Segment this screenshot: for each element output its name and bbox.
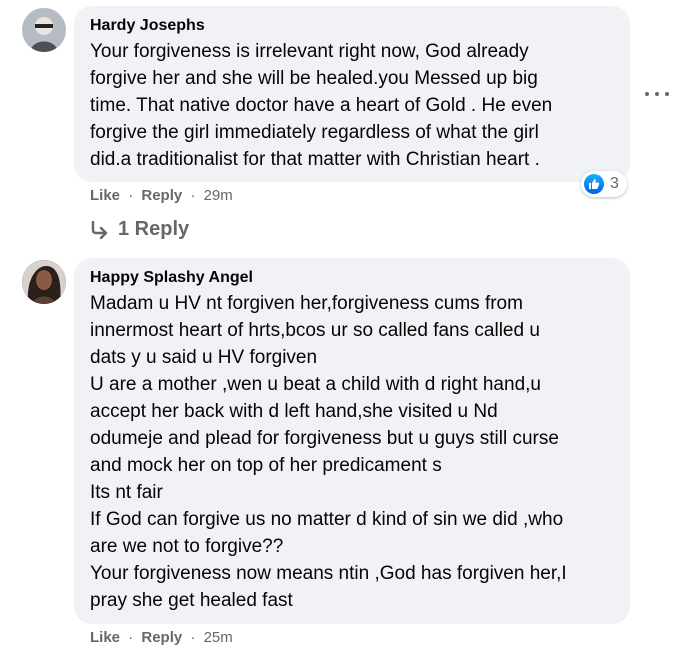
comment-text: Your forgiveness is irrelevant right now… (90, 41, 553, 170)
comment-timestamp[interactable]: 25m (204, 629, 233, 646)
more-options-icon[interactable] (645, 86, 669, 102)
comment-author[interactable]: Hardy Josephs (90, 16, 614, 36)
like-button[interactable]: Like (90, 187, 120, 204)
avatar-photo (22, 260, 66, 304)
separator: · (190, 629, 196, 646)
like-reaction-icon (584, 174, 604, 194)
reply-arrow-icon (91, 220, 108, 239)
view-replies-link[interactable]: 1 Reply (90, 218, 189, 241)
comment-actions: Like · Reply · 25m (90, 628, 233, 648)
comment-bubble: Hardy Josephs Your forgiveness is irrele… (74, 6, 630, 182)
comment: Hardy Josephs Your forgiveness is irrele… (0, 0, 682, 250)
separator: · (128, 629, 134, 646)
replies-count-label: 1 Reply (118, 218, 190, 240)
reaction-summary[interactable]: 3 (581, 171, 627, 197)
reaction-count: 3 (610, 175, 619, 192)
avatar-photo (22, 8, 66, 52)
reply-button[interactable]: Reply (141, 629, 182, 646)
like-button[interactable]: Like (90, 629, 120, 646)
comment-author[interactable]: Happy Splashy Angel (90, 268, 614, 288)
separator: · (190, 187, 196, 204)
comment-actions: Like · Reply · 29m (90, 186, 233, 206)
separator: · (128, 187, 134, 204)
comment-timestamp[interactable]: 29m (204, 187, 233, 204)
comment-text: Madam u HV nt forgiven her,forgiveness c… (90, 293, 567, 611)
avatar[interactable] (22, 260, 66, 304)
comment-bubble: Happy Splashy Angel Madam u HV nt forgiv… (74, 258, 630, 624)
comment: Happy Splashy Angel Madam u HV nt forgiv… (0, 250, 682, 653)
avatar[interactable] (22, 8, 66, 52)
reply-button[interactable]: Reply (141, 187, 182, 204)
